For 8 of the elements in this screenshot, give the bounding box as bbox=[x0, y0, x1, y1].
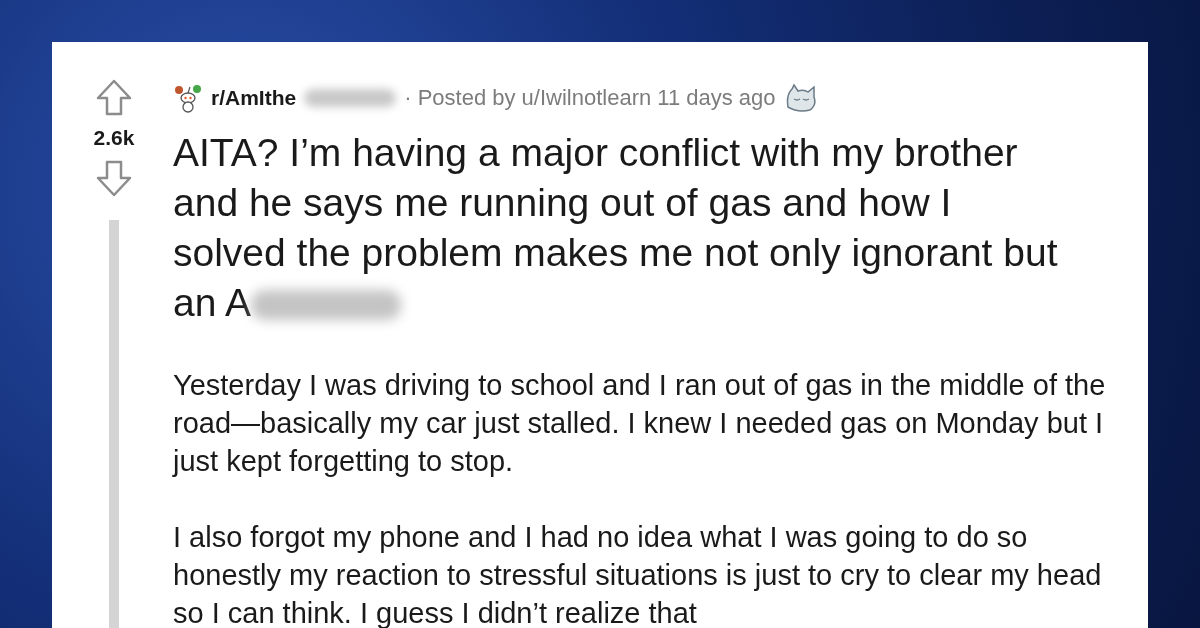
downvote-icon[interactable] bbox=[94, 158, 134, 198]
subreddit-link[interactable]: r/AmIthe bbox=[211, 86, 297, 110]
alien-mascot-icon bbox=[173, 83, 203, 113]
vote-count: 2.6k bbox=[93, 126, 135, 150]
post-title: AITA? I’m having a major conflict with my brother and he says me running out of gas and how I solved the problem makes me not only ignorant but an A bbox=[173, 130, 1059, 326]
upvote-icon[interactable] bbox=[94, 78, 134, 118]
post-paragraph: Yesterday I was driving to school and I ran out of gas in the middle of the road—basically my car just stalled. I knew I needed gas on Monday but I just kept forgetting to stop. bbox=[173, 368, 1107, 479]
post-meta: · Posted by u/Iwilnotlearn 11 days ago bbox=[404, 85, 776, 111]
